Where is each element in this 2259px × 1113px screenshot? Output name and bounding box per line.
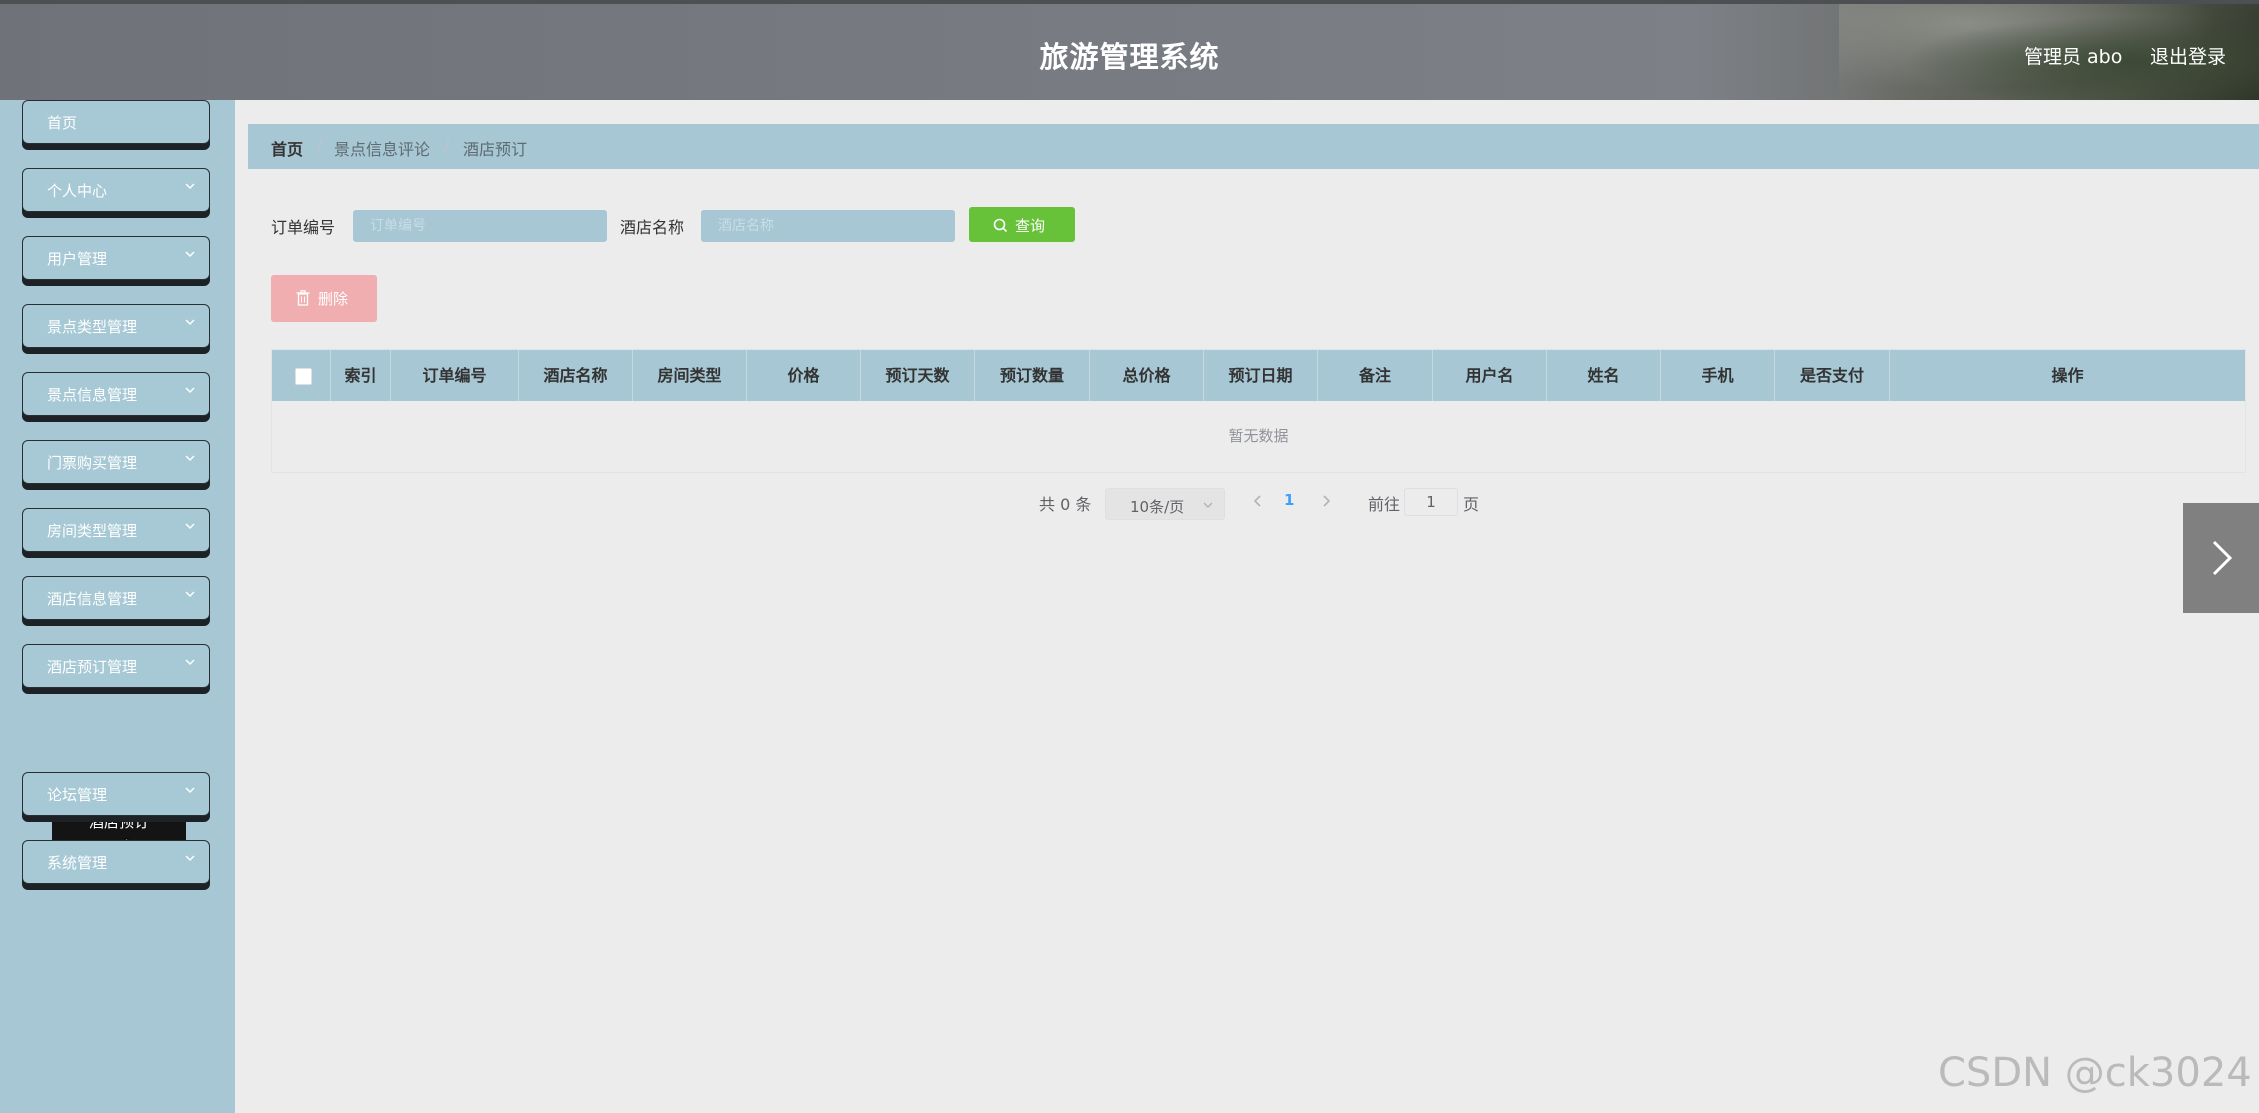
- order-no-input[interactable]: [353, 210, 607, 242]
- column-header[interactable]: 价格: [747, 350, 861, 401]
- select-all-checkbox[interactable]: [295, 368, 312, 385]
- chevron-down-icon: [185, 787, 195, 794]
- column-header[interactable]: 酒店名称: [519, 350, 633, 401]
- current-user-label: 管理员 abo: [2024, 46, 2123, 68]
- sidebar-item-label: 景点类型管理: [47, 318, 138, 336]
- table-empty-text: 暂无数据: [1228, 427, 1289, 445]
- top-header: 旅游管理系统 管理员 abo 退出登录: [0, 0, 2259, 100]
- chevron-down-icon: [185, 319, 195, 326]
- prev-page-icon[interactable]: [1248, 491, 1268, 511]
- sidebar-item-label: 系统管理: [47, 854, 108, 872]
- page-size-select[interactable]: 10条/页: [1105, 488, 1225, 520]
- sidebar-item-label: 用户管理: [47, 250, 108, 268]
- sidebar-item-home[interactable]: 首页: [22, 100, 210, 144]
- watermark: CSDN @ck3024: [1938, 1050, 2252, 1096]
- page-size-value: 10条/页: [1130, 498, 1185, 516]
- hotel-name-input[interactable]: [701, 210, 955, 242]
- booking-table: 索引 订单编号 酒店名称 房间类型 价格 预订天数 预订数量 总价格 预订日期 …: [271, 349, 2246, 473]
- side-next-button[interactable]: [2183, 503, 2259, 613]
- column-header[interactable]: 用户名: [1433, 350, 1547, 401]
- sidebar-item-label: 房间类型管理: [47, 522, 138, 540]
- query-button-label: 查询: [1015, 217, 1046, 235]
- chevron-down-icon: [185, 183, 195, 190]
- chevron-down-icon: [1203, 502, 1213, 508]
- goto-page-input[interactable]: [1404, 488, 1458, 516]
- delete-button-label: 删除: [318, 290, 349, 308]
- column-header[interactable]: 预订日期: [1204, 350, 1318, 401]
- header-select-all: [272, 350, 331, 401]
- hotel-name-label: 酒店名称: [620, 218, 685, 237]
- search-icon: [993, 218, 1008, 233]
- sidebar-item-hotel-booking[interactable]: 酒店预订管理: [22, 644, 210, 688]
- chevron-down-icon: [185, 855, 195, 862]
- column-header[interactable]: 订单编号: [391, 350, 519, 401]
- sidebar-item-label: 酒店预订管理: [47, 658, 138, 676]
- breadcrumb-separator: /: [317, 136, 323, 155]
- page-number-current[interactable]: 1: [1284, 491, 1294, 509]
- delete-button[interactable]: 删除: [271, 275, 377, 322]
- sidebar-item-user-management[interactable]: 用户管理: [22, 236, 210, 280]
- sidebar-item-label: 酒店信息管理: [47, 590, 138, 608]
- chevron-down-icon: [185, 523, 195, 530]
- column-header[interactable]: 是否支付: [1775, 350, 1890, 401]
- sidebar-item-scenic-info[interactable]: 景点信息管理: [22, 372, 210, 416]
- sidebar-item-label: 首页: [47, 114, 78, 132]
- sidebar-item-system[interactable]: 系统管理: [22, 840, 210, 884]
- next-page-icon[interactable]: [1316, 491, 1336, 511]
- column-header: 操作: [2051, 366, 2084, 385]
- order-no-label: 订单编号: [271, 218, 336, 237]
- column-header[interactable]: 手机: [1661, 350, 1775, 401]
- sidebar-item-label: 景点信息管理: [47, 386, 138, 404]
- query-button[interactable]: 查询: [969, 207, 1075, 242]
- breadcrumb-home[interactable]: 首页: [271, 136, 303, 160]
- trash-icon: [296, 290, 310, 306]
- column-header[interactable]: 预订天数: [861, 350, 975, 401]
- table-header: 索引 订单编号 酒店名称 房间类型 价格 预订天数 预订数量 总价格 预订日期 …: [272, 350, 2245, 401]
- sidebar-item-label: 个人中心: [47, 182, 108, 200]
- sidebar-item-scenic-type[interactable]: 景点类型管理: [22, 304, 210, 348]
- column-header[interactable]: 备注: [1318, 350, 1433, 401]
- page-suffix-label: 页: [1463, 495, 1480, 514]
- chevron-down-icon: [185, 387, 195, 394]
- sidebar-item-room-type[interactable]: 房间类型管理: [22, 508, 210, 552]
- sidebar-item-forum[interactable]: 论坛管理: [22, 772, 210, 816]
- column-header[interactable]: 姓名: [1547, 350, 1661, 401]
- breadcrumb-separator: /: [444, 136, 450, 155]
- breadcrumb-current: 酒店预订: [463, 140, 528, 159]
- chevron-down-icon: [185, 251, 195, 258]
- goto-label: 前往: [1368, 495, 1401, 514]
- pagination-total: 共 0 条: [1039, 495, 1092, 514]
- chevron-down-icon: [185, 591, 195, 598]
- sidebar-item-label: 论坛管理: [47, 786, 108, 804]
- chevron-down-icon: [185, 659, 195, 666]
- sidebar-item-hotel-info[interactable]: 酒店信息管理: [22, 576, 210, 620]
- sidebar-item-label: 门票购买管理: [47, 454, 138, 472]
- column-header[interactable]: 预订数量: [975, 350, 1090, 401]
- column-header[interactable]: 房间类型: [633, 350, 747, 401]
- breadcrumb: 首页 / 景点信息评论 / 酒店预订: [248, 124, 2259, 169]
- column-header[interactable]: 总价格: [1090, 350, 1204, 401]
- system-title: 旅游管理系统: [1039, 40, 1220, 74]
- sidebar-item-personal-center[interactable]: 个人中心: [22, 168, 210, 212]
- column-header[interactable]: 索引: [331, 350, 391, 401]
- chevron-right-icon: [2212, 540, 2233, 576]
- sidebar: 首页 个人中心 用户管理 景点类型管理 景点信息管理 门票购买管理 房间类型管理…: [0, 100, 235, 1113]
- logout-link[interactable]: 退出登录: [2150, 42, 2226, 69]
- chevron-down-icon: [185, 455, 195, 462]
- breadcrumb-scenic-comments[interactable]: 景点信息评论: [334, 136, 430, 160]
- sidebar-item-ticket-purchase[interactable]: 门票购买管理: [22, 440, 210, 484]
